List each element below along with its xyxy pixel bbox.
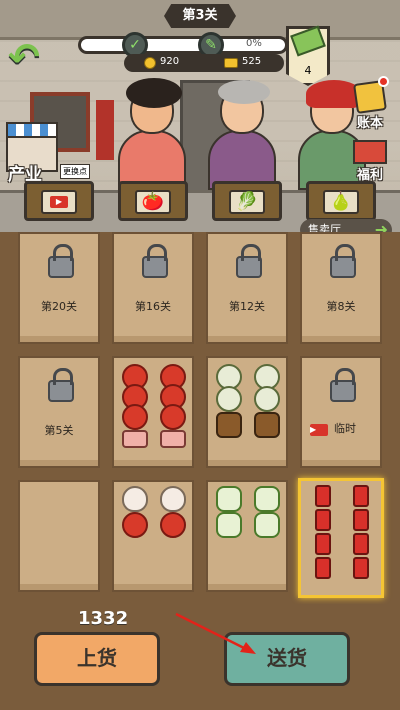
order-basket-1[interactable]: ▶ xyxy=(24,181,94,221)
cabbage-icon: 🥬 xyxy=(229,190,265,214)
pork-belly-icon[interactable] xyxy=(122,430,148,448)
coin-value: 920 xyxy=(160,56,180,67)
gift-box-icon xyxy=(353,140,387,164)
tomato-icon[interactable] xyxy=(122,404,148,430)
firecracker-icon[interactable] xyxy=(315,485,331,507)
lock-icon xyxy=(236,244,262,278)
egg-icon[interactable] xyxy=(160,486,186,512)
pear-icon: 🍐 xyxy=(323,190,359,214)
grey-hair xyxy=(218,80,270,104)
basket-card: ▶ xyxy=(41,190,77,214)
tomato-icon[interactable] xyxy=(160,404,186,430)
firecracker-icon[interactable] xyxy=(353,485,369,507)
unlock-level-label: 第5关 xyxy=(44,424,74,437)
lock-icon xyxy=(330,244,356,278)
unlock-level-label: 第12关 xyxy=(229,300,265,313)
order-basket-4[interactable]: 🍐 xyxy=(306,181,376,221)
lock-icon xyxy=(48,368,74,402)
coin-icon xyxy=(144,57,156,69)
shelf-board: 第20关 第16关 第12关 第8关 第5关 ▶ 临时 xyxy=(0,232,400,604)
cabbage-icon[interactable] xyxy=(254,512,280,538)
yam-icon[interactable] xyxy=(254,412,280,438)
cabbage-icon[interactable] xyxy=(216,486,242,512)
customer-face xyxy=(126,78,182,134)
welfare-button[interactable]: 福利 xyxy=(346,140,394,183)
tomato-icon: 🍅 xyxy=(135,190,171,214)
back-button[interactable]: ↶ xyxy=(8,38,52,78)
shelf-slot-empty[interactable] xyxy=(18,480,100,592)
video-ad-icon: ▶ xyxy=(50,196,68,208)
cash-amount: 1332 xyxy=(78,608,129,629)
level-badge: 第3关 xyxy=(164,4,236,28)
shelf-slot-firecracker-selected[interactable] xyxy=(298,478,384,598)
tomato-icon[interactable] xyxy=(160,512,186,538)
shelf-slot-cabbage[interactable] xyxy=(206,480,288,592)
firecracker-icon[interactable] xyxy=(353,533,369,555)
unlock-level-label: 第8关 xyxy=(326,300,356,313)
customer-face xyxy=(218,80,270,134)
unlock-level-label: 第16关 xyxy=(135,300,171,313)
temporary-slot-label: 临时 xyxy=(334,422,356,435)
shelf-slot-locked[interactable]: 第12关 xyxy=(206,232,288,344)
shelf-slot-locked[interactable]: 第8关 xyxy=(300,232,382,344)
cauliflower-icon[interactable] xyxy=(254,386,280,412)
order-basket-2[interactable]: 🍅 xyxy=(118,181,188,221)
unlock-level-label: 第20关 xyxy=(41,300,77,313)
firecracker-icon[interactable] xyxy=(315,509,331,531)
shelf-slot-locked[interactable]: 第20关 xyxy=(18,232,100,344)
egg-icon[interactable] xyxy=(122,486,148,512)
deliver-goods-button[interactable]: 送货 xyxy=(224,632,350,686)
tomato-icon[interactable] xyxy=(122,512,148,538)
shelf-slot-tomato-meat[interactable] xyxy=(112,356,194,468)
gold-value: 525 xyxy=(242,56,262,67)
firecracker-icon[interactable] xyxy=(353,509,369,531)
ledger-label: 账本 xyxy=(356,116,383,131)
cabbage-icon[interactable] xyxy=(216,512,242,538)
firecracker-icon[interactable] xyxy=(315,557,331,579)
gold-ingot-icon xyxy=(224,58,238,68)
video-ad-icon: ▶ xyxy=(310,424,328,436)
industry-sublabel: 更换点 xyxy=(60,164,90,179)
curly-hair xyxy=(126,78,182,108)
shop-awning-icon xyxy=(6,122,58,138)
customer-grandma[interactable] xyxy=(208,80,276,190)
back-arrow-icon: ↶ xyxy=(8,35,40,79)
firecracker-icon[interactable] xyxy=(315,533,331,555)
customer-curly-hair[interactable] xyxy=(118,78,186,190)
cauliflower-icon[interactable] xyxy=(216,386,242,412)
yam-icon[interactable] xyxy=(216,412,242,438)
lock-icon xyxy=(330,368,356,402)
lock-icon xyxy=(48,244,74,278)
shelf-slot-locked[interactable]: 第5关 xyxy=(18,356,100,468)
shelf-slot-temporary[interactable]: ▶ 临时 xyxy=(300,356,382,468)
progress-percent: 0% xyxy=(246,38,262,49)
pork-belly-icon[interactable] xyxy=(160,430,186,448)
red-banner xyxy=(96,100,114,160)
cabbage-icon[interactable] xyxy=(254,486,280,512)
order-basket-3[interactable]: 🥬 xyxy=(212,181,282,221)
lock-icon xyxy=(142,244,168,278)
load-goods-button[interactable]: 上货 xyxy=(34,632,160,686)
shelf-slot-cauliflower-yam[interactable] xyxy=(206,356,288,468)
firecracker-icon[interactable] xyxy=(353,557,369,579)
shelf-slot-locked[interactable]: 第16关 xyxy=(112,232,194,344)
notification-dot xyxy=(378,76,389,87)
cash-reward-count: 4 xyxy=(304,64,312,77)
ledger-button[interactable]: 账本 xyxy=(346,80,394,131)
shelf-slot-egg-tomato[interactable] xyxy=(112,480,194,592)
currency-bar: 920 525 xyxy=(124,54,284,72)
